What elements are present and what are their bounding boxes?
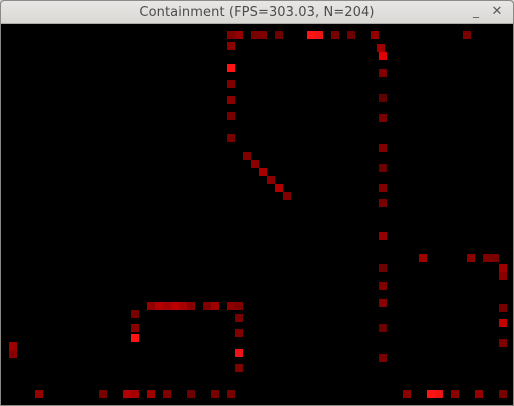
particle-cell — [499, 264, 507, 272]
particle-cell — [163, 390, 171, 398]
particle-cell — [131, 324, 139, 332]
particle-cell — [499, 304, 507, 312]
close-button[interactable]: ✕ — [489, 4, 505, 20]
particle-cell — [171, 302, 179, 310]
particle-cell — [379, 264, 387, 272]
particle-cell — [499, 390, 507, 398]
particle-cell — [451, 390, 459, 398]
particle-cell — [227, 64, 235, 72]
particle-cell — [131, 334, 139, 342]
particle-cell — [211, 390, 219, 398]
particle-cell — [187, 302, 195, 310]
particle-cell — [227, 80, 235, 88]
title-bar[interactable]: Containment (FPS=303.03, N=204) _ ✕ — [1, 1, 513, 24]
particle-cell — [403, 390, 411, 398]
particle-cell — [499, 319, 507, 327]
particle-cell — [251, 31, 259, 39]
particle-cell — [379, 164, 387, 172]
particle-cell — [419, 254, 427, 262]
particle-cell — [483, 254, 491, 262]
particle-cell — [243, 152, 251, 160]
particle-cell — [227, 112, 235, 120]
particle-cell — [331, 31, 339, 39]
particle-cell — [9, 350, 17, 358]
particle-cell — [227, 96, 235, 104]
particle-cell — [283, 192, 291, 200]
particle-cell — [275, 184, 283, 192]
particle-cell — [379, 199, 387, 207]
particle-cell — [435, 390, 443, 398]
particle-cell — [211, 302, 219, 310]
particle-cell — [187, 390, 195, 398]
particle-cell — [251, 160, 259, 168]
particle-cell — [203, 302, 211, 310]
particle-cell — [227, 302, 235, 310]
particle-cell — [147, 302, 155, 310]
particle-cell — [155, 302, 163, 310]
particle-cell — [379, 94, 387, 102]
particle-cell — [467, 254, 475, 262]
particle-cell — [9, 342, 17, 350]
particle-cell — [379, 354, 387, 362]
particle-cell — [227, 31, 235, 39]
particle-cell — [427, 390, 435, 398]
particle-cell — [227, 390, 235, 398]
particle-cell — [499, 339, 507, 347]
particle-cell — [131, 390, 139, 398]
particle-cell — [315, 31, 323, 39]
particle-cell — [147, 390, 155, 398]
particle-cell — [259, 31, 267, 39]
particle-cell — [379, 114, 387, 122]
particle-cell — [235, 329, 243, 337]
particle-cell — [267, 176, 275, 184]
particle-cell — [463, 31, 471, 39]
particle-cell — [379, 282, 387, 290]
particle-cell — [475, 390, 483, 398]
particle-cell — [163, 302, 171, 310]
particle-cell — [235, 31, 243, 39]
particle-cell — [235, 302, 243, 310]
particle-cell — [227, 42, 235, 50]
particle-cell — [35, 390, 43, 398]
particle-cell — [379, 144, 387, 152]
particle-cell — [379, 69, 387, 77]
particle-cell — [379, 324, 387, 332]
particle-cell — [235, 349, 243, 357]
particle-cell — [379, 299, 387, 307]
particle-cell — [179, 302, 187, 310]
particle-cell — [235, 314, 243, 322]
simulation-canvas — [1, 24, 513, 405]
particle-cell — [259, 168, 267, 176]
particle-cell — [235, 364, 243, 372]
particle-cell — [99, 390, 107, 398]
particle-field — [9, 31, 507, 398]
app-window: Containment (FPS=303.03, N=204) _ ✕ — [0, 0, 514, 406]
particle-cell — [379, 232, 387, 240]
particle-cell — [371, 31, 379, 39]
particle-cell — [275, 31, 283, 39]
particle-cell — [227, 134, 235, 142]
particle-cell — [307, 31, 315, 39]
particle-cell — [491, 254, 499, 262]
particle-cell — [347, 31, 355, 39]
particle-cell — [131, 310, 139, 318]
particle-cell — [379, 52, 387, 60]
particle-cell — [123, 390, 131, 398]
window-title: Containment (FPS=303.03, N=204) — [139, 5, 375, 20]
minimize-button[interactable]: _ — [468, 4, 484, 20]
particle-cell — [379, 184, 387, 192]
particle-cell — [377, 44, 385, 52]
particle-cell — [499, 272, 507, 280]
